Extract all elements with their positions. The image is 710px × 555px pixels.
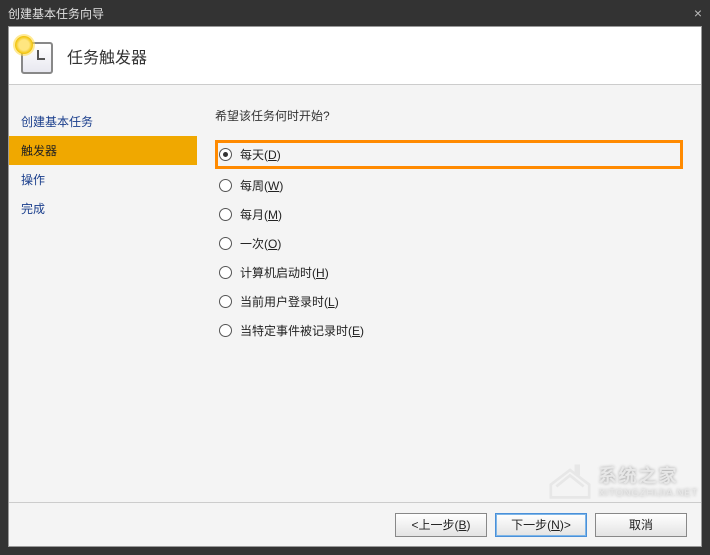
radio-label-weekly: 每周(W) [240,177,283,194]
content-area: 创建基本任务 触发器 操作 完成 希望该任务何时开始? 每天(D) 每周(W) … [9,85,701,502]
sidebar-item-create-task[interactable]: 创建基本任务 [9,107,197,136]
radio-icon [219,179,232,192]
radio-icon [219,148,232,161]
trigger-radio-group: 每天(D) 每周(W) 每月(M) 一次(O) 计算机启动时(H) [215,140,683,345]
radio-label-startup: 计算机启动时(H) [240,264,329,281]
radio-label-event: 当特定事件被记录时(E) [240,322,364,339]
wizard-sidebar: 创建基本任务 触发器 操作 完成 [9,85,197,502]
next-button[interactable]: 下一步(N)> [495,513,587,537]
radio-label-monthly: 每月(M) [240,206,282,223]
radio-icon [219,295,232,308]
wizard-body: 任务触发器 创建基本任务 触发器 操作 完成 希望该任务何时开始? 每天(D) … [8,26,702,547]
radio-icon [219,208,232,221]
radio-startup[interactable]: 计算机启动时(H) [215,258,683,287]
page-title: 任务触发器 [67,44,147,68]
sidebar-item-action[interactable]: 操作 [9,165,197,194]
radio-daily[interactable]: 每天(D) [215,140,683,169]
window-title: 创建基本任务向导 [8,5,104,22]
radio-logon[interactable]: 当前用户登录时(L) [215,287,683,316]
radio-label-logon: 当前用户登录时(L) [240,293,339,310]
footer-bar: <上一步(B) 下一步(N)> 取消 [9,502,701,546]
radio-label-once: 一次(O) [240,235,281,252]
main-panel: 希望该任务何时开始? 每天(D) 每周(W) 每月(M) 一次(O) [197,85,701,502]
sidebar-item-finish[interactable]: 完成 [9,194,197,223]
cancel-button-label: 取消 [629,516,653,533]
sidebar-item-trigger[interactable]: 触发器 [9,136,197,165]
radio-icon [219,237,232,250]
close-icon[interactable]: × [694,5,702,21]
next-button-label: 下一步(N)> [511,516,571,533]
radio-label-daily: 每天(D) [240,146,281,163]
radio-icon [219,266,232,279]
back-button[interactable]: <上一步(B) [395,513,487,537]
radio-weekly[interactable]: 每周(W) [215,171,683,200]
task-clock-icon [17,38,53,74]
cancel-button[interactable]: 取消 [595,513,687,537]
titlebar: 创建基本任务向导 × [0,0,710,26]
radio-icon [219,324,232,337]
prompt-text: 希望该任务何时开始? [215,107,683,124]
radio-monthly[interactable]: 每月(M) [215,200,683,229]
radio-once[interactable]: 一次(O) [215,229,683,258]
back-button-label: <上一步(B) [411,516,470,533]
wizard-header: 任务触发器 [9,27,701,85]
radio-event[interactable]: 当特定事件被记录时(E) [215,316,683,345]
